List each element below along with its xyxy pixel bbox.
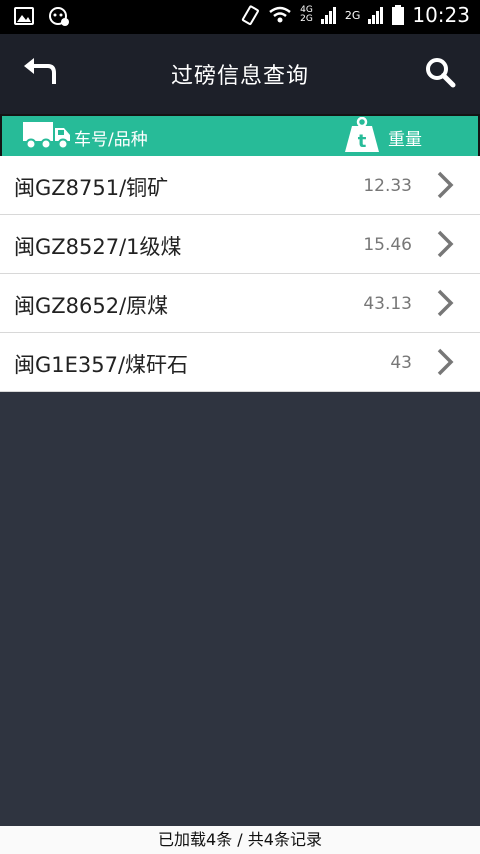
- record-weight: 43.13: [363, 294, 412, 314]
- table-header: 车号/品种 t 重量: [0, 114, 480, 158]
- list-item[interactable]: 闽GZ8751/铜矿 12.33: [0, 156, 480, 215]
- status-bar: 4G 2G 2G 10:23: [0, 0, 480, 34]
- chat-icon: [48, 7, 70, 27]
- list-item[interactable]: 闽GZ8652/原煤 43.13: [0, 274, 480, 333]
- record-weight: 12.33: [363, 176, 412, 196]
- net-bottom-label: 2G: [300, 14, 313, 24]
- record-vehicle-product: 闽GZ8652/原煤: [14, 294, 169, 318]
- record-vehicle-product: 闽GZ8527/1级煤: [14, 235, 182, 259]
- record-vehicle-product: 闽G1E357/煤矸石: [14, 353, 189, 377]
- network-type-4g-2g: 4G 2G: [300, 6, 313, 24]
- battery-icon: [392, 5, 405, 25]
- page-title: 过磅信息查询: [170, 64, 309, 89]
- list-item[interactable]: 闽GZ8527/1级煤 15.46: [0, 215, 480, 274]
- chevron-right-icon: [436, 230, 454, 262]
- chevron-right-icon: [436, 348, 454, 380]
- chevron-right-icon: [436, 171, 454, 203]
- record-weight: 15.46: [363, 235, 412, 255]
- truck-icon: [22, 119, 72, 155]
- chevron-right-icon: [436, 289, 454, 321]
- clock: 10:23: [412, 3, 470, 27]
- weight-icon: t: [342, 116, 382, 157]
- record-weight: 43: [390, 353, 412, 373]
- signal-icon: [320, 6, 337, 24]
- signal-2-icon: [368, 6, 384, 24]
- vibrate-icon: [240, 4, 260, 26]
- search-button[interactable]: [424, 56, 458, 90]
- column-vehicle-label: 车号/品种: [74, 130, 148, 150]
- net-label: 2G: [344, 8, 361, 22]
- weighing-record-list: 闽GZ8751/铜矿 12.33 闽GZ8527/1级煤 15.46 闽GZ86…: [0, 156, 480, 392]
- list-item[interactable]: 闽G1E357/煤矸石 43: [0, 333, 480, 392]
- column-weight-label: 重量: [388, 130, 422, 150]
- weight-icon-letter: t: [358, 131, 367, 152]
- wifi-icon: [268, 6, 292, 24]
- image-icon: [14, 7, 34, 27]
- search-icon: [424, 58, 456, 92]
- app-bar: 过磅信息查询: [0, 34, 480, 112]
- load-status-footer: 已加载4条 / 共4条记录: [0, 826, 480, 854]
- record-vehicle-product: 闽GZ8751/铜矿: [14, 176, 169, 200]
